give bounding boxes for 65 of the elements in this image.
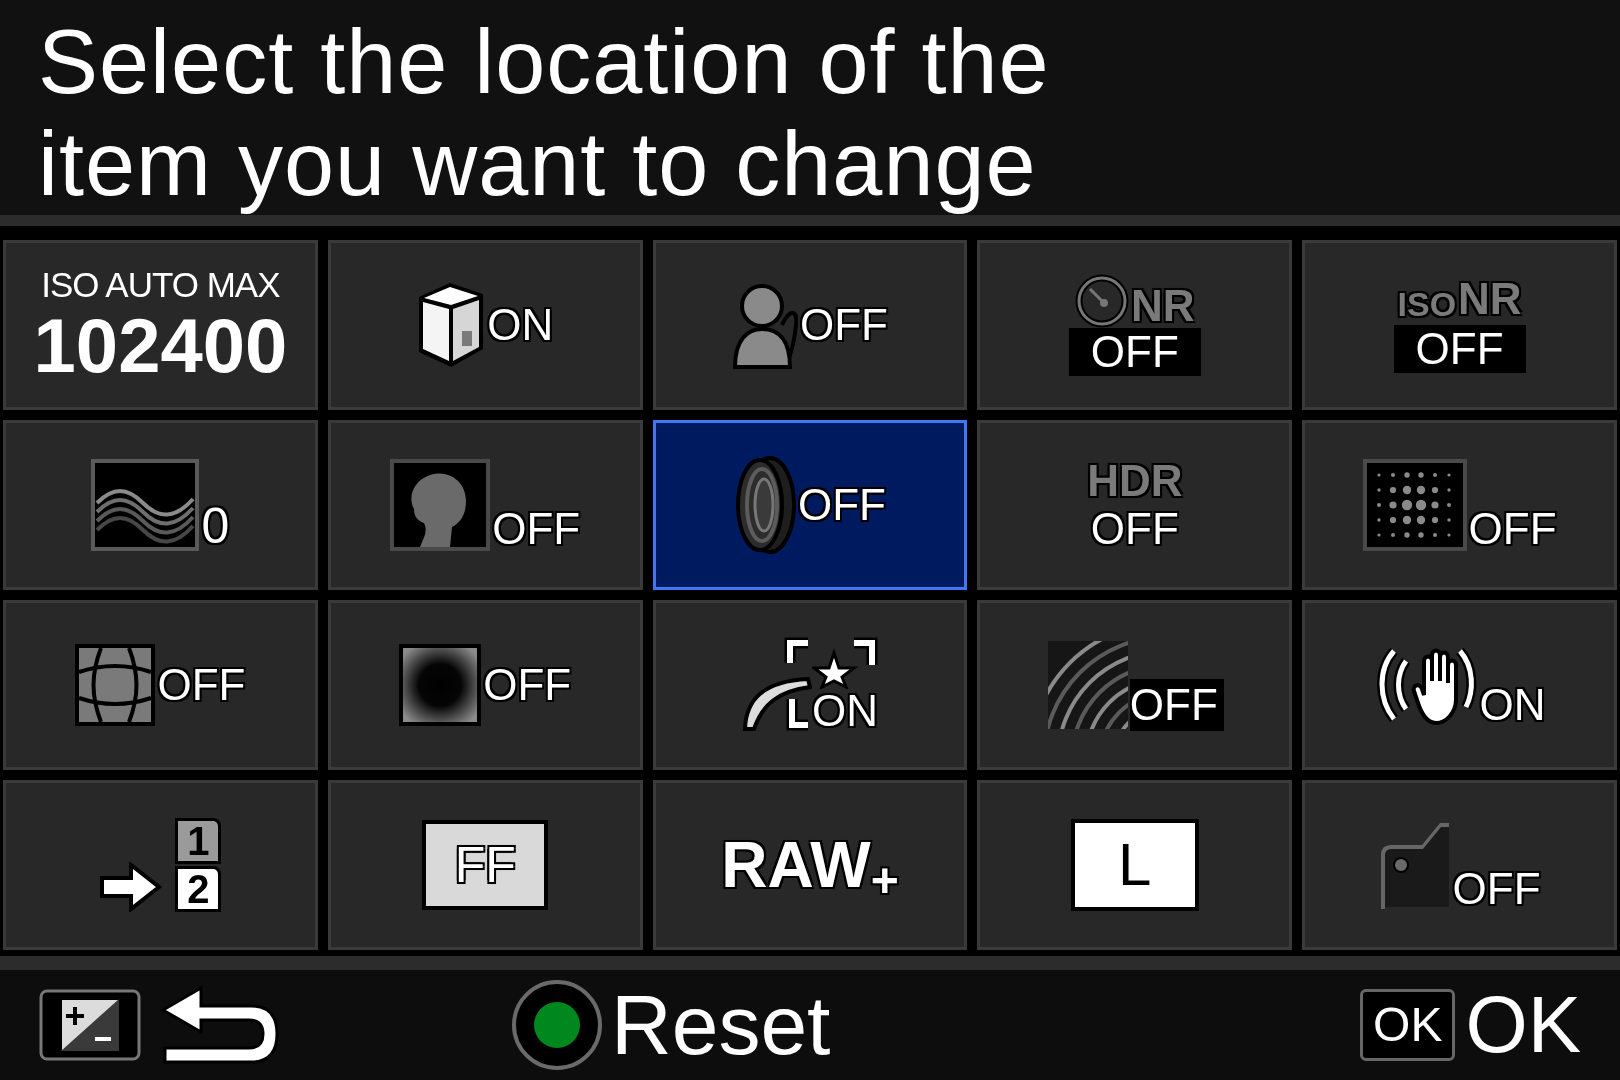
setting-value: OFF — [800, 303, 888, 347]
ok-hint: OK — [1465, 985, 1581, 1065]
swoosh-bracket-icon — [742, 637, 812, 733]
star-bracket-icon — [812, 637, 878, 689]
nr-label: NR — [1131, 284, 1195, 328]
setting-value: ON — [812, 689, 878, 733]
setting-tile[interactable]: OFF — [977, 600, 1293, 770]
setting-value: 0 — [201, 501, 230, 551]
setting-value: OFF — [1129, 679, 1224, 731]
raw-label: RAW — [721, 833, 871, 897]
circle-button-icon — [511, 979, 603, 1071]
iso-value: 102400 — [33, 307, 288, 384]
setting-value: OFF — [1452, 867, 1541, 911]
setting-value: OFF — [1090, 507, 1179, 551]
setting-value: OFF — [1468, 507, 1557, 551]
right-arrow-icon — [99, 862, 164, 912]
setting-tile[interactable]: RAW+ — [652, 780, 968, 950]
setting-tile[interactable]: ON — [1302, 600, 1617, 770]
head-silhouette-icon — [390, 459, 491, 551]
setting-tile[interactable]: ON — [327, 240, 643, 410]
hdr-label: HDR — [1087, 459, 1183, 503]
setting-value: OFF — [492, 507, 581, 551]
setting-value: OFF — [1068, 328, 1201, 376]
cube-icon — [417, 281, 486, 369]
setting-tile[interactable]: L — [977, 780, 1293, 950]
setting-tile[interactable]: ISO AUTO MAX 102400 — [3, 240, 318, 410]
nr-label: NR — [1458, 277, 1522, 321]
setting-tile[interactable]: OFF — [1302, 780, 1617, 950]
setting-tile[interactable]: OFF — [652, 240, 968, 410]
setting-value: OFF — [483, 663, 572, 707]
iso-label: ISO — [1397, 287, 1457, 321]
setting-tile[interactable]: HDR OFF — [977, 420, 1293, 590]
plus-sign: + — [870, 857, 899, 905]
lens-icon — [734, 455, 796, 555]
setting-value: OFF — [798, 483, 886, 527]
setting-tile[interactable]: ISONR OFF — [1302, 240, 1617, 410]
setting-tile[interactable]: OFF — [327, 420, 643, 590]
reset-hint: Reset — [611, 983, 831, 1067]
iso-label: ISO AUTO MAX — [41, 266, 280, 302]
wave-lines-icon — [91, 459, 200, 551]
setting-value: ON — [487, 303, 554, 347]
setting-value: ON — [1479, 683, 1546, 727]
setting-tile[interactable]: 1 2 — [3, 780, 318, 950]
warped-grid-icon — [75, 644, 156, 726]
instruction-title: Select the location of the item you want to change — [38, 11, 1051, 215]
curved-lines-icon — [1045, 639, 1130, 731]
setting-tile[interactable]: OFF — [1302, 420, 1617, 590]
setting-tile[interactable]: OFF — [652, 420, 968, 590]
plus-minus-icon — [39, 989, 141, 1061]
slot-number: 2 — [175, 866, 222, 912]
vignette-icon — [399, 644, 482, 726]
setting-value: OFF — [157, 663, 246, 707]
person-icon — [732, 281, 798, 369]
ok-key: OK — [1360, 989, 1456, 1061]
slot-number: 1 — [175, 818, 222, 864]
setting-tile[interactable]: ON — [652, 600, 968, 770]
setting-value: OFF — [1393, 325, 1526, 373]
setting-tile[interactable]: OFF — [327, 600, 643, 770]
dial-icon — [1075, 274, 1129, 328]
setting-tile[interactable]: NR OFF — [977, 240, 1293, 410]
setting-tile[interactable]: 0 — [3, 420, 318, 590]
format-indicator: FF — [422, 820, 549, 910]
setting-tile[interactable]: OFF — [3, 600, 318, 770]
size-indicator: L — [1070, 819, 1199, 911]
dot-grid-icon — [1362, 459, 1467, 551]
